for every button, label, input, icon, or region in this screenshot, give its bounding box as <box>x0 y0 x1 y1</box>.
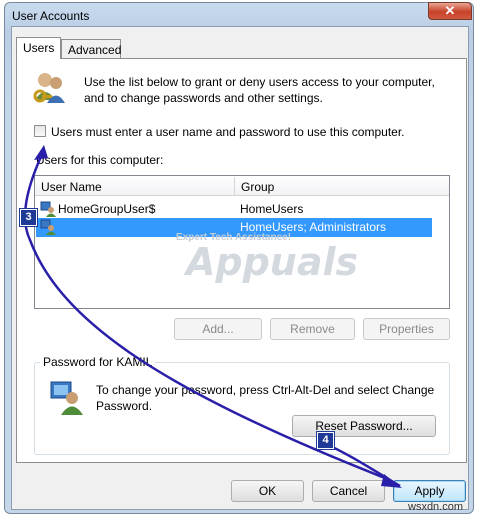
step-4-badge: 4 <box>317 432 334 449</box>
annotation-arrows <box>23 145 402 488</box>
step-3-badge: 3 <box>20 209 37 226</box>
